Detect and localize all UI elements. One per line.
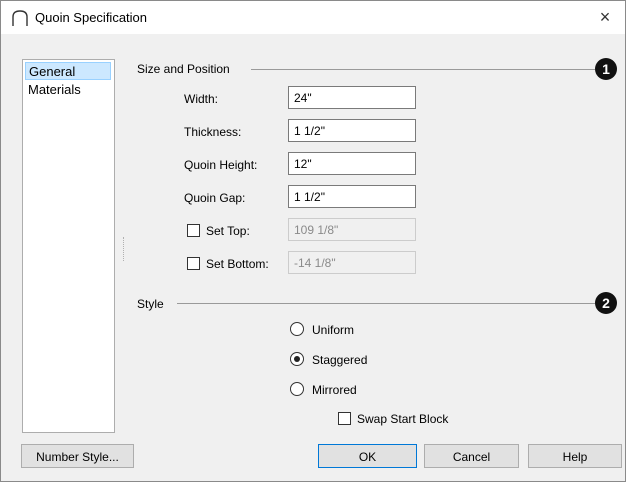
quoin-height-label: Quoin Height: [184, 158, 258, 172]
panel-splitter[interactable] [123, 237, 126, 261]
help-button[interactable]: Help [528, 444, 622, 468]
quoin-gap-field[interactable] [288, 185, 416, 208]
style-divider [177, 303, 595, 304]
ok-button[interactable]: OK [318, 444, 417, 468]
title-bar: Quoin Specification × [1, 1, 625, 34]
cancel-button[interactable]: Cancel [424, 444, 519, 468]
callout-badge-1: 1 [595, 58, 617, 80]
number-style-button[interactable]: Number Style... [21, 444, 134, 468]
width-field[interactable] [288, 86, 416, 109]
set-bottom-field [288, 251, 416, 274]
size-position-heading: Size and Position [137, 62, 230, 76]
quoin-height-field[interactable] [288, 152, 416, 175]
radio-selected-dot [294, 356, 300, 362]
callout-badge-2: 2 [595, 292, 617, 314]
set-bottom-checkbox[interactable] [187, 257, 200, 270]
set-top-checkbox[interactable] [187, 224, 200, 237]
mirrored-radio[interactable] [290, 382, 304, 396]
uniform-radio[interactable] [290, 322, 304, 336]
thickness-label: Thickness: [184, 125, 242, 139]
nav-item-general[interactable]: General [25, 62, 111, 80]
close-button[interactable]: × [593, 5, 617, 29]
set-top-field [288, 218, 416, 241]
thickness-field[interactable] [288, 119, 416, 142]
staggered-radio[interactable] [290, 352, 304, 366]
swap-start-block-label: Swap Start Block [357, 412, 449, 426]
window-title: Quoin Specification [35, 10, 148, 25]
category-list: General Materials [22, 59, 115, 433]
set-top-label: Set Top: [206, 224, 250, 238]
size-position-divider [251, 69, 595, 70]
quoin-gap-label: Quoin Gap: [184, 191, 246, 205]
quoin-specification-dialog: Quoin Specification × General Materials … [0, 0, 626, 482]
uniform-label: Uniform [312, 323, 355, 337]
swap-start-block-checkbox[interactable] [338, 412, 351, 425]
nav-item-materials[interactable]: Materials [25, 81, 111, 99]
width-label: Width: [184, 92, 219, 106]
set-bottom-label: Set Bottom: [206, 257, 269, 271]
style-heading: Style [137, 297, 164, 311]
staggered-label: Staggered [312, 353, 368, 367]
mirrored-label: Mirrored [312, 383, 357, 397]
quoin-arch-icon [12, 10, 28, 26]
